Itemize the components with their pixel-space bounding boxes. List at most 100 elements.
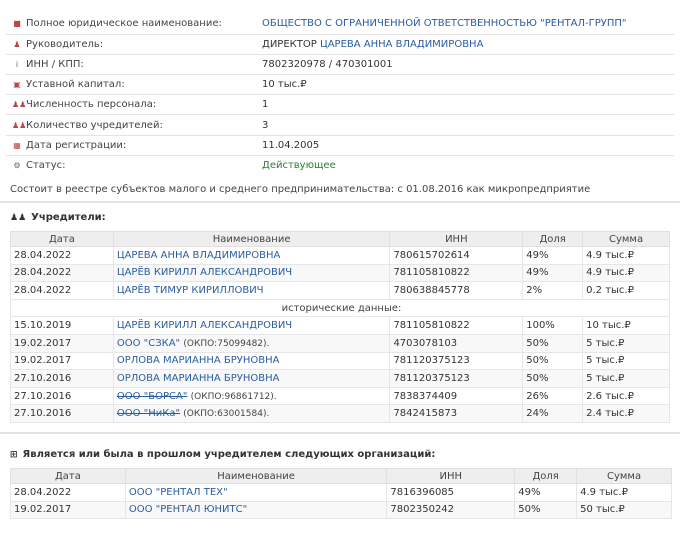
info-row: ⚙ Статус: Действующее bbox=[6, 154, 674, 176]
cell-name: ООО "БОРСА" (ОКПО:96861712). bbox=[112, 386, 391, 406]
name-link[interactable]: ОРЛОВА МАРИАННА БРУНОВНА bbox=[117, 355, 280, 366]
cell-date: 28.04.2022 bbox=[10, 263, 114, 283]
historic-divider-row: исторические данные: bbox=[10, 298, 670, 318]
info-label: Уставной капитал: bbox=[26, 79, 125, 91]
okpo-note: (ОКПО:75099482). bbox=[183, 338, 270, 349]
cell-inn: 780638845778 bbox=[389, 281, 524, 300]
cell-sum: 2.6 тыс.₽ bbox=[582, 386, 670, 406]
cell-inn: 7802350242 bbox=[386, 500, 516, 520]
cell-inn: 4703078103 bbox=[389, 333, 524, 353]
info-label-cell: ⚙ Статус: bbox=[6, 154, 262, 176]
cell-name: ОРЛОВА МАРИАННА БРУНОВНА bbox=[112, 351, 391, 371]
info-label: Полное юридическое наименование: bbox=[26, 18, 222, 30]
col-header-date: Дата bbox=[10, 231, 114, 247]
okpo-note: (ОКПО:96861712). bbox=[190, 391, 277, 402]
cell-sum: 5 тыс.₽ bbox=[582, 333, 670, 353]
users-icon: ♟♟ bbox=[10, 213, 27, 223]
info-label-cell: ▦ Дата регистрации: bbox=[6, 134, 262, 156]
cell-inn: 781105810822 bbox=[389, 316, 524, 335]
name-link[interactable]: ООО "НиКа" bbox=[117, 408, 180, 419]
name-link[interactable]: ЦАРЁВ КИРИЛЛ АЛЕКСАНДРОВИЧ bbox=[117, 320, 292, 331]
founders-section-title: ♟♟ Учредители: bbox=[10, 212, 106, 223]
cell-date: 28.04.2022 bbox=[10, 281, 114, 300]
founders-header-row: Дата Наименование ИНН Доля Сумма bbox=[10, 231, 670, 247]
table-row: 15.10.2019 ЦАРЁВ КИРИЛЛ АЛЕКСАНДРОВИЧ 7811… bbox=[10, 316, 670, 335]
info-label: Дата регистрации: bbox=[26, 139, 127, 151]
position-title: ДИРЕКТОР bbox=[262, 38, 320, 50]
info-value: 3 bbox=[262, 119, 269, 131]
name-link[interactable]: ООО "РЕНТАЛ ЮНИТС" bbox=[129, 504, 247, 515]
okpo-note: (ОКПО:63001584). bbox=[183, 409, 270, 420]
name-link[interactable]: ООО "СЗКА" bbox=[117, 338, 180, 349]
cell-sum: 5 тыс.₽ bbox=[582, 351, 670, 371]
document-icon: ■ bbox=[13, 19, 21, 29]
cell-sum: 5 тыс.₽ bbox=[582, 369, 670, 388]
table-row: 28.04.2022 ЦАРЁВ КИРИЛЛ АЛЕКСАНДРОВИЧ 7811… bbox=[10, 263, 670, 283]
info-label-cell: ♟ Руководитель: bbox=[6, 33, 262, 55]
cell-share: 24% bbox=[522, 404, 584, 423]
cell-share: 50% bbox=[514, 500, 578, 520]
info-label: Количество учредителей: bbox=[26, 119, 163, 131]
name-link[interactable]: ООО "БОРСА" bbox=[117, 391, 188, 402]
cell-name: ООО "РЕНТАЛ ЮНИТС" bbox=[124, 500, 388, 520]
cell-share: 2% bbox=[522, 281, 584, 300]
info-icon: i bbox=[15, 59, 19, 69]
info-row: ▦ Дата регистрации: 11.04.2005 bbox=[6, 134, 674, 156]
table-row: 19.02.2017 ОРЛОВА МАРИАННА БРУНОВНА 781120… bbox=[10, 351, 670, 371]
section-divider bbox=[0, 432, 680, 434]
cell-share: 49% bbox=[522, 246, 584, 265]
cell-share: 50% bbox=[522, 351, 584, 371]
table-row: 27.10.2016 ООО "БОРСА" (ОКПО:96861712). 78… bbox=[10, 386, 670, 406]
name-link[interactable]: ЦАРЕВА АННА ВЛАДИМИРОВНА bbox=[117, 250, 280, 261]
info-value-cell: 7802320978 / 470301001 bbox=[262, 53, 674, 75]
name-link[interactable]: ООО "РЕНТАЛ ТЕХ" bbox=[129, 487, 228, 498]
cell-name: ООО "СЗКА" (ОКПО:75099482). bbox=[112, 333, 391, 353]
table-row: 28.04.2022 ЦАРЕВА АННА ВЛАДИМИРОВНА 780615… bbox=[10, 246, 670, 265]
company-info-table: ■ Полное юридическое наименование: ОБЩЕСТВ… bbox=[6, 14, 674, 176]
money-icon: ▣ bbox=[13, 80, 21, 90]
col-header-name: Наименование bbox=[124, 468, 388, 484]
col-header-inn: ИНН bbox=[386, 468, 516, 484]
cell-sum: 0.2 тыс.₽ bbox=[582, 281, 670, 300]
info-value[interactable]: ОБЩЕСТВО С ОГРАНИЧЕННОЙ ОТВЕТСТВЕННОСТЬЮ… bbox=[262, 18, 627, 29]
cell-share: 50% bbox=[522, 369, 584, 388]
cell-sum: 2.4 тыс.₽ bbox=[582, 404, 670, 423]
cell-date: 27.10.2016 bbox=[10, 404, 114, 423]
info-row: ♟♟Количество учредителей: 3 bbox=[6, 114, 674, 136]
section-divider bbox=[0, 201, 680, 203]
founded-orgs-title: Является или была в прошлом учредителем … bbox=[22, 449, 436, 460]
cell-share: 26% bbox=[522, 386, 584, 406]
table-row: 28.04.2022 ООО "РЕНТАЛ ТЕХ" 7816396085 49% 4… bbox=[10, 483, 672, 502]
person-icon: ♟ bbox=[13, 39, 21, 49]
cell-date: 19.02.2017 bbox=[10, 351, 114, 371]
cell-inn: 781105810822 bbox=[389, 263, 524, 283]
name-link[interactable]: ЦАРЁВ КИРИЛЛ АЛЕКСАНДРОВИЧ bbox=[117, 267, 292, 278]
cell-name: ЦАРЁВ ТИМУР КИРИЛЛОВИЧ bbox=[112, 281, 391, 300]
founders-title: Учредители: bbox=[31, 212, 106, 223]
cell-date: 28.04.2022 bbox=[10, 483, 126, 502]
info-value-cell: 11.04.2005 bbox=[262, 134, 674, 156]
info-value-cell: 3 bbox=[262, 114, 674, 136]
name-link[interactable]: ОРЛОВА МАРИАННА БРУНОВНА bbox=[117, 373, 280, 384]
info-value-cell: 1 bbox=[262, 94, 674, 115]
table-row: 27.10.2016 ООО "НиКа" (ОКПО:63001584). 784… bbox=[10, 404, 670, 423]
info-value-cell: ДИРЕКТОР ЦАРЕВА АННА ВЛАДИМИРОВНА bbox=[262, 33, 674, 55]
cell-inn: 7842415873 bbox=[389, 404, 524, 423]
info-label-cell: ▣ Уставной капитал: bbox=[6, 74, 262, 95]
cell-date: 27.10.2016 bbox=[10, 369, 114, 388]
cell-name: ООО "РЕНТАЛ ТЕХ" bbox=[124, 483, 388, 502]
info-label-cell: ♟♟Количество учредителей: bbox=[6, 114, 262, 136]
col-header-date: Дата bbox=[10, 468, 126, 484]
info-value-cell: Действующее bbox=[262, 154, 674, 176]
cell-sum: 4.9 тыс.₽ bbox=[582, 263, 670, 283]
table-row: 19.02.2017 ООО "РЕНТАЛ ЮНИТС" 7802350242 50… bbox=[10, 500, 672, 520]
historic-label: исторические данные: bbox=[10, 298, 670, 318]
calendar-icon: ▦ bbox=[13, 140, 21, 150]
cell-sum: 50 тыс.₽ bbox=[576, 500, 672, 520]
cell-sum: 10 тыс.₽ bbox=[582, 316, 670, 335]
col-header-name: Наименование bbox=[112, 231, 391, 247]
col-header-sum: Сумма bbox=[582, 231, 670, 247]
name-link[interactable]: ЦАРЁВ ТИМУР КИРИЛЛОВИЧ bbox=[117, 285, 264, 296]
org-structure-icon: ⊞ bbox=[10, 450, 18, 460]
info-value[interactable]: ЦАРЕВА АННА ВЛАДИМИРОВНА bbox=[320, 39, 483, 50]
